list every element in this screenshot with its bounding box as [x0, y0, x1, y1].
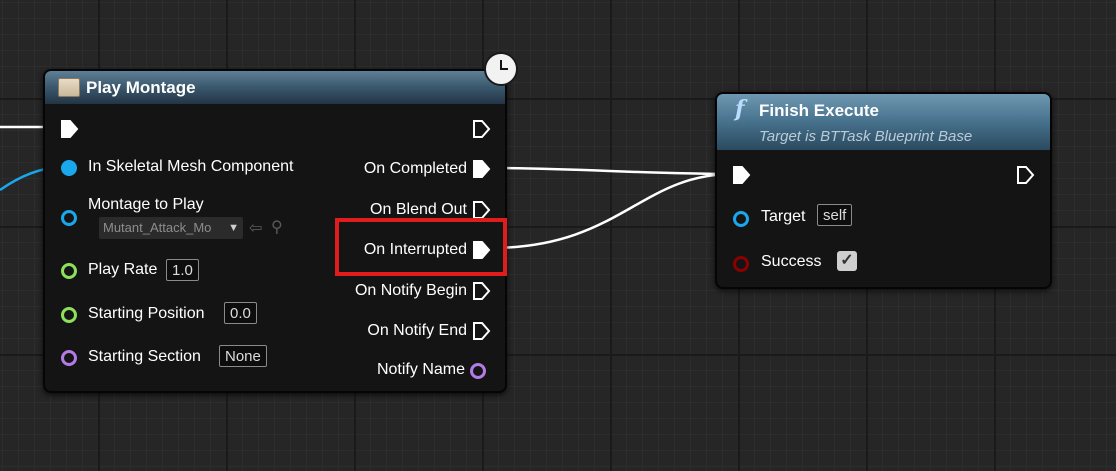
on-completed-wire: [489, 166, 734, 176]
starting-position-label: Starting Position: [88, 305, 205, 322]
browse-search-icon[interactable]: ⚲: [271, 217, 283, 237]
play-rate-pin[interactable]: [61, 263, 77, 279]
skeletal-mesh-label: In Skeletal Mesh Component: [88, 158, 294, 175]
on-completed-label: On Completed: [363, 160, 467, 177]
play-rate-input[interactable]: 1.0: [166, 259, 199, 281]
notify-name-label: Notify Name: [376, 361, 465, 378]
skeletal-mesh-pin[interactable]: [61, 160, 77, 176]
checkmark-icon: ✓: [840, 252, 854, 269]
on-notify-begin-label: On Notify Begin: [354, 282, 467, 299]
finish-execute-subtitle: Target is BTTask Blueprint Base: [759, 128, 973, 145]
finish-execute-node[interactable]: f Finish Execute Target is BTTask Bluepr…: [715, 92, 1052, 289]
target-value[interactable]: self: [817, 204, 853, 226]
anim-montage-icon: [58, 78, 80, 97]
on-blend-out-label: On Blend Out: [370, 201, 467, 218]
success-label: Success: [761, 253, 822, 270]
target-pin[interactable]: [733, 211, 749, 227]
on-notify-end-label: On Notify End: [367, 322, 467, 339]
starting-section-pin[interactable]: [61, 350, 77, 366]
play-montage-title: Play Montage: [86, 78, 196, 97]
clock-icon: [484, 52, 518, 86]
montage-asset-value: Mutant_Attack_Mo: [103, 220, 212, 235]
chevron-down-icon: ▼: [228, 222, 239, 234]
success-checkbox[interactable]: ✓: [837, 251, 857, 271]
function-f-icon: f: [735, 96, 745, 122]
play-rate-label: Play Rate: [88, 261, 158, 278]
highlight-box: [335, 218, 507, 276]
starting-section-input[interactable]: None: [219, 345, 267, 367]
montage-to-play-pin[interactable]: [61, 210, 77, 226]
starting-position-input[interactable]: 0.0: [224, 302, 257, 324]
montage-to-play-label: Montage to Play: [88, 196, 204, 213]
play-montage-header[interactable]: Play Montage: [45, 71, 505, 104]
starting-position-pin[interactable]: [61, 307, 77, 323]
finish-execute-header[interactable]: f Finish Execute Target is BTTask Bluepr…: [717, 94, 1050, 150]
on-interrupted-wire: [489, 172, 734, 250]
montage-asset-dropdown[interactable]: Mutant_Attack_Mo ▼: [99, 217, 243, 239]
finish-execute-title: Finish Execute: [759, 101, 879, 120]
target-label: Target: [761, 208, 806, 225]
notify-name-pin[interactable]: [470, 363, 486, 379]
success-pin[interactable]: [733, 256, 749, 272]
use-selected-arrow-icon[interactable]: ⇦: [249, 218, 262, 238]
starting-section-label: Starting Section: [88, 348, 201, 365]
